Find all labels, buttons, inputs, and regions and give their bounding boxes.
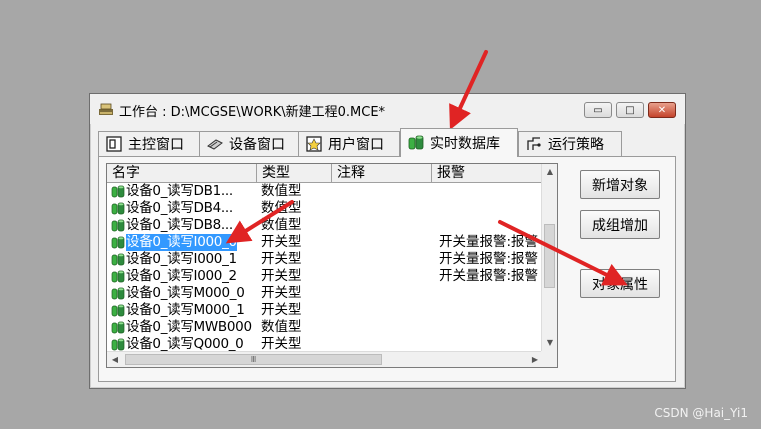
title-bar[interactable]: 工作台 : D:\MCGSE\WORK\新建工程0.MCE* ▭ □ ✕ — [90, 94, 685, 124]
group-add-button[interactable]: 成组增加 — [580, 210, 660, 239]
table-row[interactable]: 设备0_读写MWB000 数值型 — [107, 319, 543, 336]
variable-icon — [111, 219, 125, 232]
minimize-icon: ▭ — [593, 104, 603, 116]
row-alarm: 开关量报警:报警 — [439, 234, 539, 250]
row-name: 设备0_读写I000_2 — [126, 268, 237, 284]
list-rows: 设备0_读写DB1... 数值型 设备0_读写DB4... 数值型 设备0_读写DB8.… — [107, 183, 543, 353]
row-name-cell: 设备0_读写MWB000 — [111, 319, 261, 336]
horizontal-scrollbar[interactable]: ◀ Ⅲ ▶ — [107, 351, 543, 367]
object-properties-button[interactable]: 对象属性 — [580, 269, 660, 298]
variable-icon — [111, 287, 125, 300]
close-button[interactable]: ✕ — [648, 102, 676, 118]
list-header: 名字 类型 注释 报警 — [107, 164, 543, 183]
variable-list[interactable]: 名字 类型 注释 报警 设备0_读写DB1... 数值型 设备0_读写DB4... 数… — [106, 163, 558, 368]
variable-icon — [111, 321, 125, 334]
tab-label: 实时数据库 — [430, 136, 500, 152]
variable-icon — [111, 202, 125, 215]
table-row[interactable]: 设备0_读写DB1... 数值型 — [107, 183, 543, 200]
variable-icon — [111, 338, 125, 351]
scroll-up-icon[interactable]: ▲ — [542, 164, 557, 180]
variable-icon — [111, 185, 125, 198]
scroll-corner — [541, 351, 557, 367]
row-type: 数值型 — [261, 200, 302, 216]
column-header-note[interactable]: 注释 — [332, 164, 432, 182]
scroll-down-icon[interactable]: ▼ — [542, 335, 557, 351]
workbench-app-icon — [99, 103, 113, 115]
close-icon: ✕ — [657, 104, 667, 116]
row-type: 开关型 — [261, 285, 302, 301]
row-name: 设备0_读写I000_0 — [126, 234, 237, 251]
table-row[interactable]: 设备0_读写I000_0 开关型 开关量报警:报警 — [107, 234, 543, 251]
scroll-left-icon[interactable]: ◀ — [107, 352, 123, 367]
watermark: CSDN @Hai_Yi1 — [654, 406, 748, 420]
device-window-icon — [207, 139, 223, 150]
variable-icon — [111, 253, 125, 266]
row-alarm: 开关量报警:报警 — [439, 251, 539, 267]
tab-user-window[interactable]: 用户窗口 — [298, 131, 400, 156]
user-window-icon — [306, 136, 322, 152]
tab-label: 主控窗口 — [128, 137, 184, 153]
workbench-window: 工作台 : D:\MCGSE\WORK\新建工程0.MCE* ▭ □ ✕ 主控窗… — [89, 93, 686, 389]
row-type: 开关型 — [261, 302, 302, 318]
row-name: 设备0_读写DB1... — [126, 183, 233, 199]
tab-label: 设备窗口 — [229, 137, 285, 153]
row-name: 设备0_读写I000_1 — [126, 251, 237, 267]
column-header-alarm[interactable]: 报警 — [432, 164, 543, 182]
row-type: 开关型 — [261, 268, 302, 284]
row-name-cell: 设备0_读写DB4... — [111, 200, 261, 217]
table-row[interactable]: 设备0_读写I000_2 开关型 开关量报警:报警 — [107, 268, 543, 285]
row-name-cell: 设备0_读写I000_2 — [111, 268, 261, 285]
table-row[interactable]: 设备0_读写I000_1 开关型 开关量报警:报警 — [107, 251, 543, 268]
tab-realtime-database[interactable]: 实时数据库 — [400, 128, 518, 157]
maximize-button[interactable]: □ — [616, 102, 644, 118]
strategy-icon — [527, 137, 541, 150]
row-name: 设备0_读写DB4... — [126, 200, 233, 216]
row-name-cell: 设备0_读写DB8... — [111, 217, 261, 234]
row-name-cell: 设备0_读写I000_1 — [111, 251, 261, 268]
vertical-scrollbar[interactable]: ▲ ▼ — [541, 164, 557, 351]
row-type: 开关型 — [261, 251, 302, 267]
row-alarm: 开关量报警:报警 — [439, 268, 539, 284]
variable-icon — [111, 236, 125, 249]
column-header-name[interactable]: 名字 — [107, 164, 257, 182]
main-window-icon — [106, 136, 122, 152]
row-type: 数值型 — [261, 217, 302, 233]
tab-run-strategy[interactable]: 运行策略 — [518, 131, 622, 156]
window-title: 工作台 : D:\MCGSE\WORK\新建工程0.MCE* — [119, 105, 386, 120]
database-icon — [408, 135, 424, 150]
variable-icon — [111, 270, 125, 283]
horizontal-scroll-thumb[interactable]: Ⅲ — [125, 354, 382, 365]
row-name: 设备0_读写M000_0 — [126, 285, 245, 301]
table-row[interactable]: 设备0_读写DB4... 数值型 — [107, 200, 543, 217]
minimize-button[interactable]: ▭ — [584, 102, 612, 118]
row-name-cell: 设备0_读写I000_0 — [111, 234, 261, 251]
new-object-button[interactable]: 新增对象 — [580, 170, 660, 199]
row-name: 设备0_读写M000_1 — [126, 302, 245, 318]
row-name-cell: 设备0_读写M000_0 — [111, 285, 261, 302]
row-type: 数值型 — [261, 319, 302, 335]
column-header-type[interactable]: 类型 — [257, 164, 332, 182]
table-row[interactable]: 设备0_读写DB8... 数值型 — [107, 217, 543, 234]
row-name: 设备0_读写DB8... — [126, 217, 233, 233]
row-name: 设备0_读写MWB000 — [126, 319, 252, 335]
tab-device-window[interactable]: 设备窗口 — [199, 131, 299, 156]
tab-label: 用户窗口 — [328, 137, 384, 153]
row-name-cell: 设备0_读写M000_1 — [111, 302, 261, 319]
row-name-cell: 设备0_读写DB1... — [111, 183, 261, 200]
tab-label: 运行策略 — [548, 137, 604, 153]
table-row[interactable]: 设备0_读写M000_0 开关型 — [107, 285, 543, 302]
vertical-scroll-thumb[interactable] — [544, 224, 555, 288]
tab-main-window[interactable]: 主控窗口 — [98, 131, 200, 156]
table-row[interactable]: 设备0_读写M000_1 开关型 — [107, 302, 543, 319]
variable-icon — [111, 304, 125, 317]
row-type: 开关型 — [261, 234, 302, 250]
maximize-icon: □ — [625, 104, 635, 116]
tab-bar: 主控窗口 设备窗口 用户窗口 实时数据库 运行策略 — [98, 128, 678, 158]
row-type: 数值型 — [261, 183, 302, 199]
